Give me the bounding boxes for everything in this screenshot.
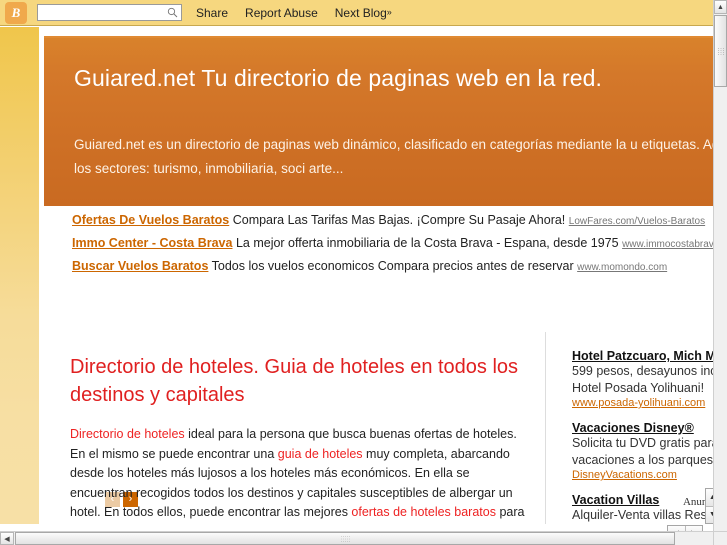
browser-horizontal-scrollbar[interactable]: ◀ (0, 531, 713, 545)
browser-vertical-scrollbar[interactable]: ▲ (713, 0, 727, 531)
blog-description: Guiared.net es un directorio de paginas … (74, 137, 713, 176)
blog-page-column: Guiared.net Tu directorio de paginas web… (39, 27, 713, 524)
ad-description: Todos los vuelos economicos Compara prec… (211, 259, 574, 273)
sidebar-adsense-block: Hotel Patzcuaro, Mich M 599 pesos, desay… (572, 349, 713, 524)
sidebar-ad-line: Solicita tu DVD gratis para p (572, 436, 713, 450)
blogger-logo-icon[interactable]: B (5, 1, 27, 24)
search-input[interactable] (38, 7, 164, 23)
page-left-gradient (0, 27, 39, 524)
ad-row: Immo Center - Costa Brava La mejor offer… (72, 236, 713, 250)
horizontal-scroll-thumb[interactable] (15, 532, 675, 545)
blog-header-banner: Guiared.net Tu directorio de paginas web… (44, 36, 713, 206)
sidebar-ad-title[interactable]: Hotel Patzcuaro, Mich M (572, 349, 713, 363)
report-abuse-link[interactable]: Report Abuse (245, 6, 318, 20)
post-body: Directorio de hoteles ideal para la pers… (70, 425, 525, 524)
blogger-logo-letter: B (11, 5, 21, 20)
browser-viewport: B Share Report Abuse Next Blog» Guiared.… (0, 0, 727, 545)
sidebar-ad-item: Hotel Patzcuaro, Mich M 599 pesos, desay… (572, 349, 713, 409)
post-inline-link[interactable]: Directorio de hoteles (70, 427, 185, 441)
content-sidebar-divider (545, 332, 546, 524)
ad-row: Buscar Vuelos Baratos Todos los vuelos e… (72, 259, 713, 273)
ad-row: Ofertas De Vuelos Baratos Compara Las Ta… (72, 213, 713, 227)
scroll-thumb-grip-icon (717, 47, 724, 55)
next-blog-label: Next Blog (334, 5, 387, 20)
scroll-up-button[interactable]: ▲ (714, 0, 727, 14)
sidebar-ad-item: Vacation Villas Alquiler-Venta villas Re… (572, 493, 713, 524)
share-link[interactable]: Share (196, 6, 228, 20)
ad-title-link[interactable]: Buscar Vuelos Baratos (72, 259, 208, 273)
sidebar-ad-title[interactable]: Vacaciones Disney® (572, 421, 713, 435)
vertical-scroll-thumb[interactable] (714, 15, 727, 87)
sidebar-ad-url[interactable]: www.posada-yolihuani.com (572, 397, 713, 409)
ad-description: Compara Las Tarifas Mas Bajas. ¡Compre S… (232, 213, 566, 227)
scroll-thumb-grip-icon (340, 535, 350, 542)
next-blog-chevron-icon: » (386, 6, 392, 17)
ad-description: La mejor offerta inmobiliaria de la Cost… (235, 236, 619, 250)
scrollbar-corner (713, 531, 727, 545)
ad-display-url[interactable]: www.immocostabrava.com (622, 239, 713, 250)
scroll-left-button[interactable]: ◀ (0, 532, 14, 545)
ad-display-url[interactable]: www.momondo.com (577, 262, 667, 273)
blogger-navbar: B Share Report Abuse Next Blog» (0, 0, 713, 26)
navbar-links: Share Report Abuse Next Blog» (196, 6, 392, 20)
search-icon (167, 7, 178, 18)
sidebar-ad-title[interactable]: Vacation Villas (572, 493, 713, 507)
blog-post: Directorio de hoteles. Guia de hoteles e… (70, 327, 525, 524)
post-inline-link[interactable]: ofertas de hoteles baratos (351, 505, 496, 519)
sidebar-ad-line: 599 pesos, desayunos inclu (572, 364, 713, 378)
ad-title-link[interactable]: Immo Center - Costa Brava (72, 236, 232, 250)
post-inline-link[interactable]: guia de hoteles (278, 447, 363, 461)
sidebar-ad-line: Hotel Posada Yolihuani! (572, 381, 705, 395)
blog-title: Guiared.net Tu directorio de paginas web… (74, 65, 603, 91)
sidebar-ad-url[interactable]: DisneyVacations.com (572, 469, 713, 481)
navbar-search-box[interactable] (37, 4, 182, 23)
sidebar-ad-line: Alquiler-Venta villas Reside (572, 508, 713, 522)
next-blog-link[interactable]: Next Blog» (335, 6, 392, 20)
post-title: Directorio de hoteles. Guia de hoteles e… (70, 356, 519, 406)
sidebar-ad-item: Vacaciones Disney® Solicita tu DVD grati… (572, 421, 713, 481)
adsense-top-block: Ofertas De Vuelos Baratos Compara Las Ta… (72, 213, 713, 508)
sidebar-ad-line: vacaciones a los parques D (572, 453, 713, 467)
ad-title-link[interactable]: Ofertas De Vuelos Baratos (72, 213, 229, 227)
ad-display-url[interactable]: LowFares.com/Vuelos-Baratos (569, 216, 705, 227)
